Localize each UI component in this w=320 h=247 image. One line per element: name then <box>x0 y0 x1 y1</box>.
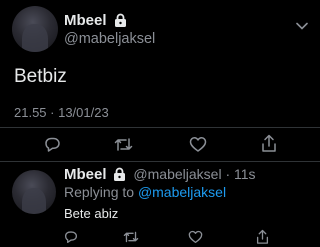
heart-icon[interactable] <box>189 136 207 153</box>
tweet-text: Betbiz <box>14 66 67 87</box>
reply-handle-time[interactable]: @mabeljaksel · 11s <box>133 166 255 182</box>
retweet-icon[interactable] <box>123 230 139 244</box>
reply-author-name[interactable]: Mbeel <box>64 166 107 183</box>
replying-to-label: Replying to <box>64 184 135 200</box>
comment-icon[interactable] <box>64 230 78 244</box>
chevron-down-icon[interactable] <box>296 22 308 30</box>
reply-avatar[interactable] <box>12 170 56 214</box>
lock-icon <box>114 13 127 27</box>
author-handle[interactable]: @mabeljaksel <box>64 31 155 47</box>
tweet-timestamp[interactable]: 21.55 · 13/01/23 <box>14 105 109 120</box>
comment-icon[interactable] <box>44 136 61 153</box>
reply-header: Mbeel @mabeljaksel · 11s <box>64 166 256 184</box>
share-icon[interactable] <box>256 229 269 245</box>
divider <box>0 127 320 128</box>
replying-to-handle-link[interactable]: @mabeljaksel <box>138 184 226 200</box>
share-icon[interactable] <box>261 134 277 153</box>
lock-icon <box>113 167 126 181</box>
divider <box>0 161 320 162</box>
heart-icon[interactable] <box>188 230 203 244</box>
replying-to: Replying to @mabeljaksel <box>64 184 226 200</box>
reply-text: Bete abiz <box>64 206 119 221</box>
retweet-icon[interactable] <box>114 136 133 153</box>
author-name[interactable]: Mbeel <box>64 12 127 29</box>
avatar[interactable] <box>12 6 58 52</box>
author-name-text: Mbeel <box>64 12 107 29</box>
